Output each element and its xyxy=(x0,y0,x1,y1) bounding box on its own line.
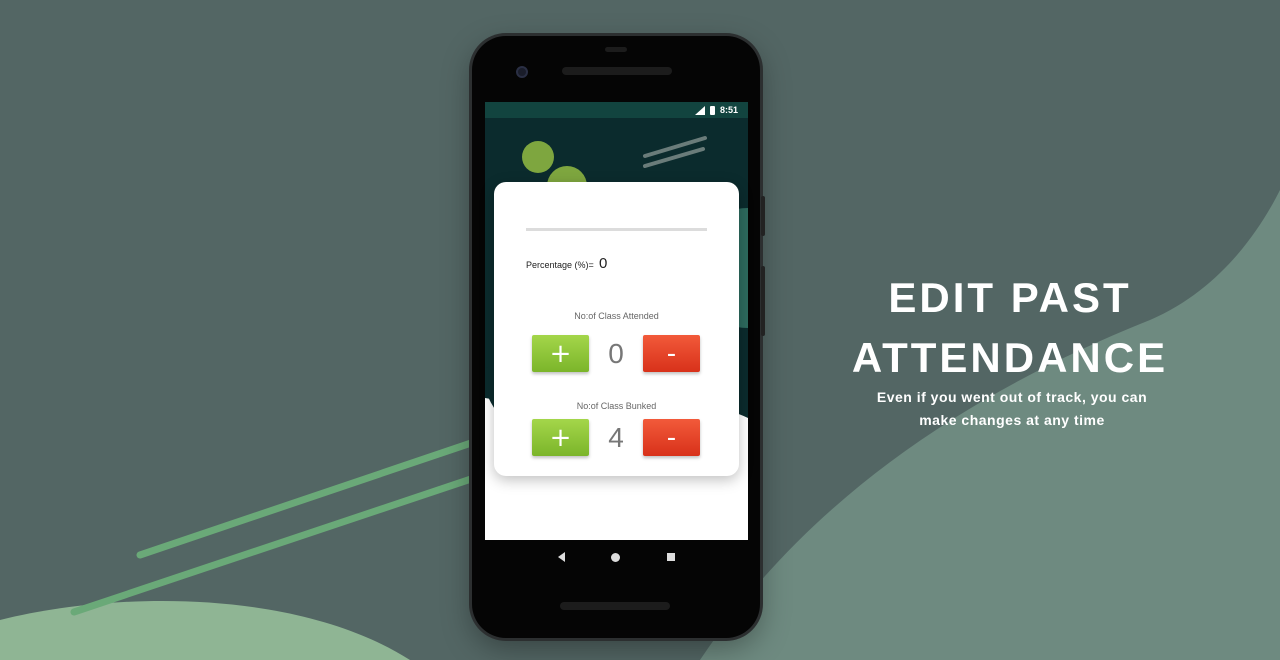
headline-line-1: EDIT PAST xyxy=(888,274,1132,321)
attended-plus-button[interactable]: + xyxy=(532,335,589,372)
percentage-label: Percentage (%)= xyxy=(526,260,594,270)
subtitle-line-2: make changes at any time xyxy=(919,412,1105,428)
status-bar: 8:51 xyxy=(485,102,748,118)
bottom-speaker xyxy=(560,602,670,610)
percentage-value: 0 xyxy=(599,255,608,272)
attendance-dialog: Percentage (%)= 0 No:of Class Attended +… xyxy=(494,182,739,476)
battery-icon xyxy=(709,105,715,115)
dialog-divider xyxy=(526,228,707,231)
volume-button xyxy=(761,266,765,336)
bunked-count: 4 xyxy=(608,422,624,453)
status-time: 8:51 xyxy=(719,105,738,115)
promo-headline: EDIT PAST ATTENDANCE xyxy=(850,268,1170,388)
navigation-bar xyxy=(485,540,748,574)
home-icon[interactable] xyxy=(611,552,621,562)
back-icon[interactable] xyxy=(558,552,566,562)
attended-count: 0 xyxy=(608,338,624,369)
attended-minus-button[interactable]: - xyxy=(643,335,700,372)
top-speaker xyxy=(562,67,672,75)
bunked-minus-button[interactable]: - xyxy=(643,419,700,456)
bunked-label: No:of Class Bunked xyxy=(576,401,657,411)
bunked-plus-button[interactable]: + xyxy=(532,419,589,456)
attended-label: No:of Class Attended xyxy=(574,311,659,321)
promo-subtitle: Even if you went out of track, you can m… xyxy=(862,386,1162,432)
subtitle-line-1: Even if you went out of track, you can xyxy=(876,389,1148,405)
front-camera xyxy=(516,66,528,78)
headline-line-2: ATTENDANCE xyxy=(851,334,1169,381)
earpiece xyxy=(605,47,627,52)
signal-icon xyxy=(694,105,705,115)
power-button xyxy=(761,196,765,236)
recents-icon[interactable] xyxy=(666,553,675,561)
